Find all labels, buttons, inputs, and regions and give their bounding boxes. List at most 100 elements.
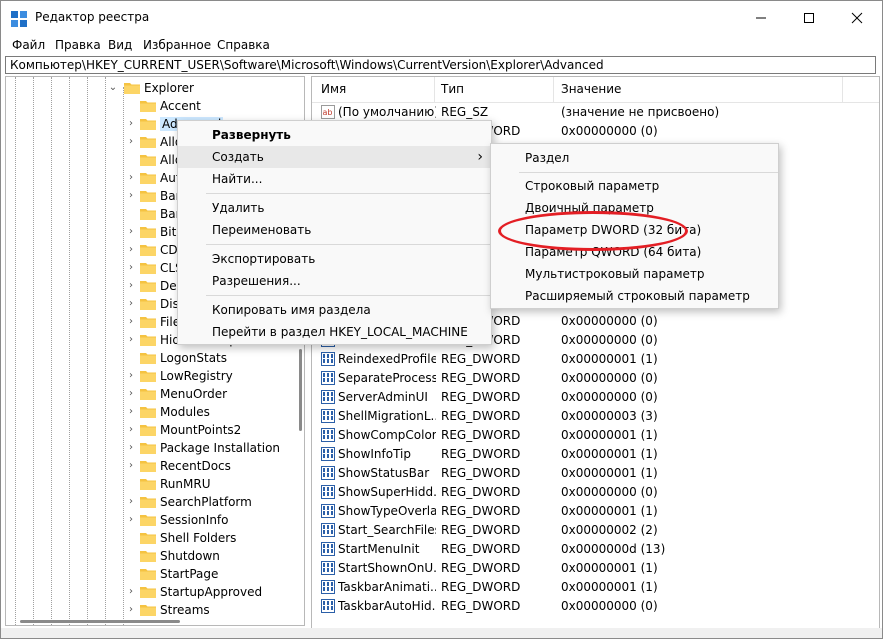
menu-item-export[interactable]: Экспортировать xyxy=(178,248,491,270)
tree-item-label: Package Installation xyxy=(160,441,281,455)
list-item[interactable]: ShowInfoTip REG_DWORD 0x00000001 (1) xyxy=(312,445,842,464)
tree-item[interactable]: StartPage xyxy=(6,565,296,583)
value-type: REG_DWORD xyxy=(441,523,521,537)
column-divider[interactable] xyxy=(553,77,554,102)
value-data: 0x00000001 (1) xyxy=(561,580,658,594)
menu-item-permissions[interactable]: Разрешения... xyxy=(178,270,491,292)
list-item[interactable]: TaskbarAutoHid... REG_DWORD 0x00000000 (0) xyxy=(312,597,842,616)
value-type: REG_DWORD xyxy=(441,390,521,404)
tree-item[interactable]: Shell Folders xyxy=(6,529,296,547)
chevron-right-icon[interactable]: › xyxy=(126,226,136,237)
list-item[interactable]: ShowCompColor REG_DWORD 0x00000001 (1) xyxy=(312,426,842,445)
menu-item-goto-hklm[interactable]: Перейти в раздел HKEY_LOCAL_MACHINE xyxy=(178,321,491,343)
tree-item[interactable]: › SearchPlatform xyxy=(6,493,296,511)
menu-item-find[interactable]: Найти... xyxy=(178,168,491,190)
list-item[interactable]: Start_SearchFiles REG_DWORD 0x00000002 (2) xyxy=(312,521,842,540)
chevron-right-icon[interactable]: › xyxy=(126,280,136,291)
tree-item[interactable]: › LowRegistry xyxy=(6,367,296,385)
list-item[interactable]: ShowSuperHidd... REG_DWORD 0x00000000 (0) xyxy=(312,483,842,502)
submenu-item-dword[interactable]: Параметр DWORD (32 бита) xyxy=(491,219,778,241)
chevron-right-icon[interactable]: › xyxy=(126,496,136,507)
column-type-header[interactable]: Тип xyxy=(441,82,464,96)
chevron-right-icon[interactable]: › xyxy=(126,136,136,147)
list-item[interactable]: ServerAdminUI REG_DWORD 0x00000000 (0) xyxy=(312,388,842,407)
list-item[interactable]: ShellMigrationL... REG_DWORD 0x00000003 (3… xyxy=(312,407,842,426)
list-item[interactable]: TaskbarAnimati... REG_DWORD 0x00000001 (1) xyxy=(312,578,842,597)
tree-item[interactable]: › Modules xyxy=(6,403,296,421)
chevron-right-icon[interactable]: › xyxy=(126,604,136,615)
value-data: 0x00000001 (1) xyxy=(561,561,658,575)
chevron-right-icon[interactable]: › xyxy=(126,298,136,309)
maximize-button[interactable] xyxy=(786,1,832,35)
chevron-right-icon[interactable]: › xyxy=(126,424,136,435)
value-data: 0x00000000 (0) xyxy=(561,371,658,385)
menu-item-expand[interactable]: Развернуть xyxy=(178,124,491,146)
list-item[interactable]: SeparateProcess REG_DWORD 0x00000000 (0) xyxy=(312,369,842,388)
list-item[interactable]: StartMenuInit REG_DWORD 0x0000000d (13) xyxy=(312,540,842,559)
tree-item[interactable]: RunMRU xyxy=(6,475,296,493)
menu-item-new[interactable]: Создать › xyxy=(178,146,491,168)
menu-file[interactable]: Файл xyxy=(12,38,45,52)
submenu-item-expandable-string[interactable]: Расширяемый строковый параметр xyxy=(491,285,778,307)
submenu-item-binary[interactable]: Двоичный параметр xyxy=(491,197,778,219)
tree-horizontal-scrollbar[interactable] xyxy=(6,617,296,625)
column-divider[interactable] xyxy=(434,77,435,102)
value-data: 0x00000003 (3) xyxy=(561,409,658,423)
chevron-right-icon[interactable]: › xyxy=(126,316,136,327)
column-divider[interactable] xyxy=(842,77,843,102)
tree-item[interactable]: › StartupApproved xyxy=(6,583,296,601)
chevron-right-icon[interactable]: › xyxy=(126,514,136,525)
menu-view[interactable]: Вид xyxy=(108,38,132,52)
tree-item[interactable]: › SessionInfo xyxy=(6,511,296,529)
menu-favorites[interactable]: Избранное xyxy=(143,38,211,52)
submenu-item-key[interactable]: Раздел xyxy=(491,147,778,169)
close-button[interactable] xyxy=(834,1,880,35)
submenu-item-string[interactable]: Строковый параметр xyxy=(491,175,778,197)
binary-value-icon xyxy=(321,523,335,537)
menu-edit[interactable]: Правка xyxy=(55,38,101,52)
tree-item[interactable]: Shutdown xyxy=(6,547,296,565)
tree-item[interactable]: LogonStats xyxy=(6,349,296,367)
address-bar[interactable]: Компьютер\HKEY_CURRENT_USER\Software\Mic… xyxy=(5,56,876,74)
chevron-right-icon[interactable]: › xyxy=(126,334,136,345)
tree-item[interactable]: › Package Installation xyxy=(6,439,296,457)
column-name-header[interactable]: Имя xyxy=(321,82,346,96)
chevron-right-icon[interactable]: › xyxy=(126,118,136,129)
tree-item[interactable]: › RecentDocs xyxy=(6,457,296,475)
tree-item[interactable]: Accent xyxy=(6,97,296,115)
chevron-right-icon[interactable]: › xyxy=(126,442,136,453)
tree-item-explorer[interactable]: ⌄ Explorer xyxy=(6,79,296,97)
list-item[interactable]: ReindexedProfile REG_DWORD 0x00000001 (1) xyxy=(312,350,842,369)
submenu-item-qword[interactable]: Параметр QWORD (64 бита) xyxy=(491,241,778,263)
folder-icon xyxy=(140,209,156,220)
menu-item-copy-key-name[interactable]: Копировать имя раздела xyxy=(178,299,491,321)
list-item[interactable]: StartShownOnU... REG_DWORD 0x00000001 (1) xyxy=(312,559,842,578)
chevron-right-icon[interactable]: › xyxy=(126,244,136,255)
menu-item-delete[interactable]: Удалить xyxy=(178,197,491,219)
tree-scroll-thumb[interactable] xyxy=(299,349,302,431)
value-name: StartMenuInit xyxy=(338,542,420,556)
chevron-right-icon[interactable]: › xyxy=(126,172,136,183)
tree-hscroll-thumb[interactable] xyxy=(20,620,180,623)
chevron-right-icon[interactable]: › xyxy=(126,262,136,273)
submenu-item-multistring[interactable]: Мультистроковый параметр xyxy=(491,263,778,285)
menu-item-rename[interactable]: Переименовать xyxy=(178,219,491,241)
chevron-right-icon[interactable]: › xyxy=(126,460,136,471)
minimize-button[interactable] xyxy=(738,1,784,35)
chevron-right-icon[interactable]: › xyxy=(126,370,136,381)
list-item[interactable]: ShowStatusBar REG_DWORD 0x00000001 (1) xyxy=(312,464,842,483)
chevron-down-icon[interactable]: ⌄ xyxy=(108,82,118,93)
column-value-header[interactable]: Значение xyxy=(561,82,621,96)
tree-item[interactable]: › MountPoints2 xyxy=(6,421,296,439)
chevron-right-icon[interactable]: › xyxy=(126,388,136,399)
folder-icon xyxy=(140,443,156,454)
menu-help[interactable]: Справка xyxy=(217,38,270,52)
chevron-right-icon[interactable]: › xyxy=(126,406,136,417)
chevron-right-icon[interactable]: › xyxy=(126,586,136,597)
chevron-right-icon[interactable]: › xyxy=(126,190,136,201)
value-data: 0x00000000 (0) xyxy=(561,333,658,347)
tree-item[interactable]: › MenuOrder xyxy=(6,385,296,403)
value-data: 0x00000000 (0) xyxy=(561,314,658,328)
list-vertical-scrollbar[interactable] xyxy=(861,81,871,631)
list-item[interactable]: ShowTypeOverlay REG_DWORD 0x00000001 (1) xyxy=(312,502,842,521)
